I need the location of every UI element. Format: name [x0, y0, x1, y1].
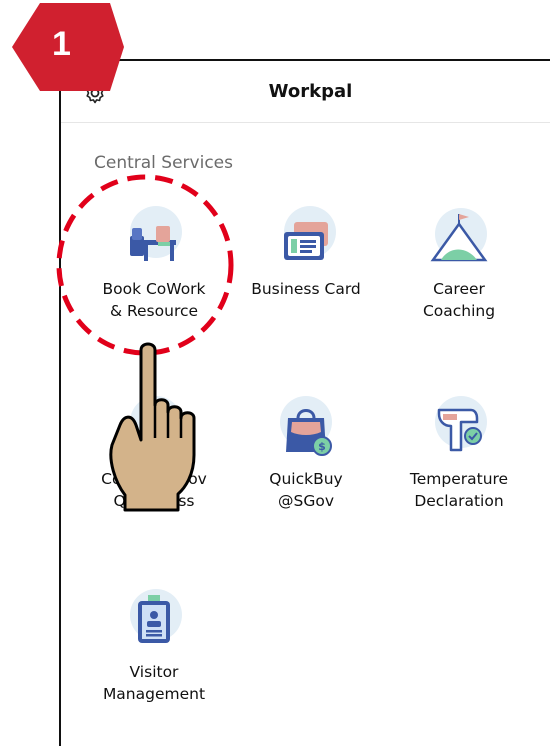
step-number: 1 [52, 25, 71, 63]
tile-cowork-qr[interactable]: CoWork@Gov QR Access [74, 396, 234, 512]
svg-text:$: $ [318, 440, 326, 453]
step-badge-shape [12, 3, 124, 91]
tile-label: Visitor Management [102, 663, 206, 703]
tile-label: Book CoWork & Resource [102, 280, 206, 320]
tile-label: CoWork@Gov QR Access [101, 470, 207, 510]
tile-temperature[interactable]: Temperature Declaration [379, 396, 539, 512]
business-card-icon [284, 206, 336, 260]
tile-label: Career Coaching [422, 280, 496, 320]
tile-business-card[interactable]: Business Card [226, 206, 386, 300]
tile-label: QuickBuy @SGov [269, 470, 343, 510]
desk-chair-icon [130, 206, 182, 261]
step-badge: 1 [0, 0, 150, 100]
thermometer-gun-icon [435, 396, 487, 452]
tile-quickbuy[interactable]: $ QuickBuy @SGov [226, 396, 386, 512]
tile-career-coaching[interactable]: Career Coaching [379, 206, 539, 322]
shopping-bag-icon: $ [280, 396, 332, 456]
tile-book-cowork[interactable]: Book CoWork & Resource [74, 206, 234, 322]
section-title: Central Services [94, 153, 233, 173]
tile-label: Temperature Declaration [409, 470, 509, 510]
visitor-badge-icon [130, 589, 182, 643]
qr-phone-icon [130, 396, 182, 452]
tile-label: Business Card [251, 280, 361, 298]
app-window: Workpal Central Services Book CoWork & R… [59, 59, 550, 746]
tile-visitor-management[interactable]: Visitor Management [74, 589, 234, 705]
mountain-flag-icon [430, 208, 488, 262]
